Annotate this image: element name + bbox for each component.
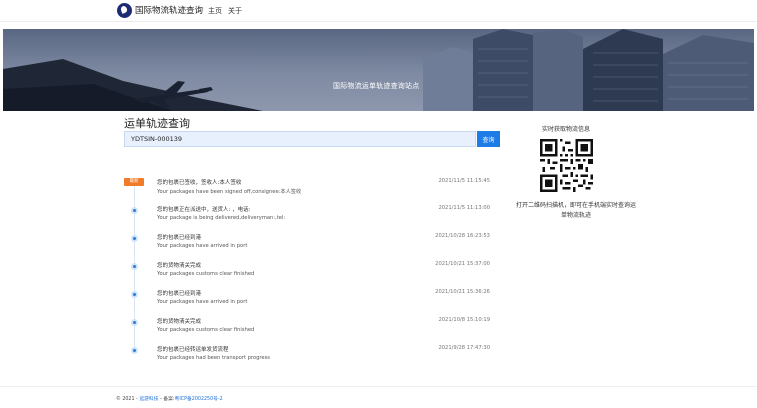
brand-title[interactable]: 国际物流轨迹查询 bbox=[135, 4, 203, 16]
footer-record-label: - 备案: bbox=[158, 397, 175, 402]
waybill-search-input[interactable] bbox=[124, 131, 476, 147]
nav-home-link[interactable]: 主页 bbox=[208, 6, 222, 16]
nav-about-link[interactable]: 关于 bbox=[228, 6, 242, 16]
event-title: 您的货物清关完成 bbox=[157, 263, 202, 269]
event-subtitle: Your packages customs clear finished bbox=[157, 271, 255, 277]
timeline-event: 您的包裹已经到港 Your packages have arrived in p… bbox=[0, 289, 757, 315]
qr-panel-title: 实时获取物流信息 bbox=[541, 126, 590, 133]
event-time: 2021/11/5 11:15:45 bbox=[438, 178, 490, 184]
footer-divider bbox=[0, 386, 757, 387]
building bbox=[423, 47, 473, 111]
building bbox=[533, 29, 583, 111]
page-title: 运单轨迹查询 bbox=[124, 117, 190, 130]
event-title: 您的包裹已经到港 bbox=[157, 291, 202, 297]
top-navbar: 国际物流轨迹查询 主页 关于 bbox=[0, 0, 757, 22]
timeline-dot-icon bbox=[131, 347, 138, 354]
timeline-dot-icon bbox=[131, 319, 138, 326]
event-title: 您的包裹正在派送中，送货人: ，电话: bbox=[157, 207, 251, 213]
footer: © 2021 - 远游科技 - 备案:粤ICP备2002250号-2 bbox=[116, 395, 223, 402]
footer-company-link[interactable]: 远游科技 bbox=[139, 397, 158, 402]
event-title: 您的货物清关完成 bbox=[157, 319, 202, 325]
event-time: 2021/10/8 15:10:19 bbox=[438, 317, 490, 323]
hero-caption: 国际物流运单轨迹查询站点 bbox=[333, 82, 420, 90]
event-time: 2021/10/21 15:37:00 bbox=[435, 261, 490, 267]
footer-copyright: © 2021 - bbox=[116, 397, 138, 402]
event-time: 2021/9/28 17:47:30 bbox=[438, 345, 490, 351]
event-title: 您的包裹已签收，签收人:本人签收 bbox=[157, 180, 242, 186]
timeline-event: 最新 您的包裹已签收，签收人:本人签收 Your packages have b… bbox=[0, 178, 757, 204]
timeline-event: 您的货物清关完成 Your packages customs clear fin… bbox=[0, 317, 757, 343]
timeline-event: 您的包裹正在派送中，送货人: ，电话: Your package is bein… bbox=[0, 205, 757, 231]
timeline-dot-icon bbox=[131, 207, 138, 214]
hero-banner: 国际物流运单轨迹查询站点 bbox=[3, 29, 754, 111]
building bbox=[663, 35, 754, 111]
event-time: 2021/10/28 16:23:53 bbox=[435, 233, 490, 239]
hero-skyline-illustration bbox=[3, 29, 754, 111]
search-button[interactable]: 查询 bbox=[477, 131, 500, 147]
event-subtitle: Your packages customs clear finished bbox=[157, 327, 255, 333]
timeline-event: 您的货物清关完成 Your packages customs clear fin… bbox=[0, 261, 757, 287]
event-title: 您的包裹已经转运单发货流程 bbox=[157, 347, 229, 353]
timeline-dot-icon bbox=[131, 263, 138, 270]
latest-badge: 最新 bbox=[124, 178, 144, 186]
brand-logo-icon[interactable] bbox=[117, 3, 132, 18]
building bbox=[473, 29, 533, 111]
event-subtitle: Your packages have arrived in port bbox=[157, 243, 248, 249]
event-subtitle: Your packages have been signed off,consi… bbox=[157, 189, 302, 195]
event-subtitle: Your packages have arrived in port bbox=[157, 299, 248, 305]
timeline-dot-icon bbox=[131, 235, 138, 242]
timeline-event: 您的包裹已经转运单发货流程 Your packages had been tra… bbox=[0, 345, 757, 371]
timeline-dot-icon bbox=[131, 291, 138, 298]
event-time: 2021/11/5 11:13:00 bbox=[438, 205, 490, 211]
event-subtitle: Your package is being delivered,delivery… bbox=[157, 215, 286, 221]
event-title: 您的包裹已经到港 bbox=[157, 235, 202, 241]
event-time: 2021/10/21 15:36:26 bbox=[435, 289, 490, 295]
building bbox=[583, 29, 663, 111]
footer-icp-link[interactable]: 粤ICP备2002250号-2 bbox=[175, 397, 223, 402]
timeline-event: 您的包裹已经到港 Your packages have arrived in p… bbox=[0, 233, 757, 259]
event-subtitle: Your packages had been transport progres… bbox=[157, 355, 271, 361]
